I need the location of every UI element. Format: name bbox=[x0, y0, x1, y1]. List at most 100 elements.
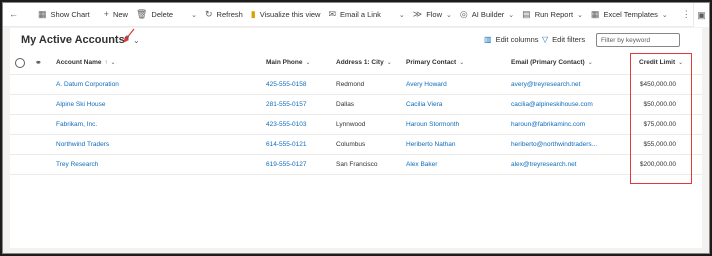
phone-link[interactable]: 423-555-0103 bbox=[266, 115, 306, 134]
account-name-link[interactable]: Alpine Ski House bbox=[56, 95, 106, 114]
show-chart-label: Show Chart bbox=[50, 10, 90, 19]
ai-builder-button[interactable]: ◎ AI Builder ⌄ bbox=[456, 3, 518, 27]
column-header-primary-contact[interactable]: Primary Contact ⌄ bbox=[406, 51, 464, 74]
columns-icon: ▥ bbox=[484, 35, 492, 44]
refresh-button[interactable]: ↻ Refresh bbox=[201, 3, 247, 27]
phone-link[interactable]: 614-555-0121 bbox=[266, 135, 306, 154]
chevron-down-icon: ⌄ bbox=[191, 11, 197, 19]
grid-header: ⚭ Account Name ↑ ⌄ Main Phone ⌄ Address 1: … bbox=[10, 51, 702, 75]
back-button[interactable]: ← bbox=[3, 3, 28, 27]
trash-icon: 🗑 bbox=[135, 9, 148, 19]
column-label: Primary Contact bbox=[406, 59, 457, 66]
city-cell: San Francisco bbox=[336, 161, 378, 168]
primary-contact-link[interactable]: Heriberto Nathan bbox=[406, 135, 456, 154]
chevron-down-icon: ⌄ bbox=[508, 11, 515, 19]
visualize-button[interactable]: ▮ Visualize this view bbox=[247, 3, 325, 27]
email-link[interactable]: alex@treyresearch.net bbox=[511, 155, 577, 174]
sort-ascending-icon: ↑ bbox=[104, 59, 108, 66]
back-arrow-icon: ← bbox=[9, 9, 18, 19]
email-link[interactable]: cacilia@alpineskihouse.com bbox=[511, 95, 593, 114]
filter-by-keyword-input[interactable]: Filter by keyword bbox=[596, 33, 680, 47]
email-link[interactable]: avery@treyresearch.net bbox=[511, 75, 580, 94]
app-frame: ← ▦ Show Chart + New 🗑 Delete ⌄ ↻ Refresh ▮ V… bbox=[2, 2, 710, 254]
edit-columns-button[interactable]: ▥ Edit columns bbox=[484, 35, 539, 44]
email-link[interactable]: haroun@fabrikaminc.com bbox=[511, 115, 585, 134]
primary-contact-link[interactable]: Cacilia Viera bbox=[406, 95, 442, 114]
chart-icon: ▦ bbox=[38, 9, 47, 19]
table-row[interactable]: Northwind Traders 614-555-0121 Columbus … bbox=[10, 135, 702, 155]
column-label: Email (Primary Contact) bbox=[511, 59, 585, 66]
email-menu-button[interactable]: ⌄ bbox=[391, 3, 409, 27]
chevron-down-icon: ⌄ bbox=[305, 60, 311, 66]
annotation-arrow bbox=[123, 28, 135, 43]
chevron-down-icon: ⌄ bbox=[446, 11, 452, 19]
account-name-link[interactable]: A. Datum Corporation bbox=[56, 75, 119, 94]
account-name-link[interactable]: Northwind Traders bbox=[56, 135, 109, 154]
city-cell: Columbus bbox=[336, 141, 366, 148]
email-link-label: Email a Link bbox=[340, 10, 381, 19]
grid-rows: A. Datum Corporation 425-555-0158 Redmon… bbox=[10, 75, 702, 175]
email-icon: ✉ bbox=[328, 9, 337, 19]
visualize-label: Visualize this view bbox=[259, 10, 321, 19]
accounts-grid: ⚭ Account Name ↑ ⌄ Main Phone ⌄ Address 1: … bbox=[10, 51, 702, 175]
chevron-down-icon: ⌄ bbox=[459, 60, 465, 66]
flow-icon: ≫ bbox=[412, 9, 423, 19]
column-header-main-phone[interactable]: Main Phone ⌄ bbox=[266, 51, 311, 74]
edit-filters-label: Edit filters bbox=[552, 35, 586, 44]
account-name-link[interactable]: Trey Research bbox=[56, 155, 98, 174]
table-row[interactable]: Trey Research 619-555-0127 San Francisco… bbox=[10, 155, 702, 175]
column-label: Account Name bbox=[56, 59, 102, 66]
report-icon: ▤ bbox=[522, 9, 531, 19]
chevron-down-icon: ⌄ bbox=[386, 60, 392, 66]
phone-link[interactable]: 619-555-0127 bbox=[266, 155, 306, 174]
radio-circle-icon bbox=[15, 57, 25, 68]
flow-button[interactable]: ≫ Flow ⌄ bbox=[409, 3, 456, 27]
delete-menu-button[interactable]: ⌄ bbox=[183, 3, 201, 27]
city-cell: Redmond bbox=[336, 81, 365, 88]
chevron-down-icon: ⌄ bbox=[587, 60, 593, 66]
credit-limit-highlight-box bbox=[630, 53, 692, 184]
run-report-label: Run Report bbox=[534, 10, 574, 19]
flow-label: Flow bbox=[426, 10, 443, 19]
new-label: New bbox=[112, 10, 128, 19]
column-header-city[interactable]: Address 1: City ⌄ bbox=[336, 51, 392, 74]
account-name-link[interactable]: Fabrikam, Inc. bbox=[56, 115, 97, 134]
filter-icon: ▽ bbox=[542, 35, 549, 44]
primary-contact-link[interactable]: Haroun Stormonth bbox=[406, 115, 459, 134]
side-panel-button[interactable]: ▣ bbox=[693, 3, 709, 27]
grid-panel: My Active Accounts*⌄ ▥Edit columns ▽Edit… bbox=[10, 28, 702, 248]
new-button[interactable]: + New bbox=[100, 3, 132, 27]
primary-contact-link[interactable]: Avery Howard bbox=[406, 75, 447, 94]
phone-link[interactable]: 425-555-0158 bbox=[266, 75, 306, 94]
edit-filters-button[interactable]: ▽ Edit filters bbox=[542, 35, 585, 44]
city-cell: Lynnwood bbox=[336, 121, 366, 128]
email-link-button[interactable]: ✉ Email a Link bbox=[324, 3, 384, 27]
ai-builder-label: AI Builder bbox=[471, 10, 505, 19]
city-cell: Dallas bbox=[336, 101, 355, 108]
chevron-down-icon: ⌄ bbox=[577, 11, 583, 19]
select-all-checkbox[interactable] bbox=[15, 51, 25, 74]
column-header-account-name[interactable]: Account Name ↑ ⌄ bbox=[56, 51, 116, 74]
delete-label: Delete bbox=[151, 10, 174, 19]
show-chart-button[interactable]: ▦ Show Chart bbox=[34, 3, 94, 27]
ai-builder-icon: ◎ bbox=[459, 9, 468, 19]
refresh-icon: ↻ bbox=[204, 9, 213, 19]
email-link[interactable]: heriberto@northwindtraders... bbox=[511, 135, 597, 154]
hierarchy-icon[interactable]: ⚭ bbox=[35, 51, 42, 74]
table-row[interactable]: Alpine Ski House 281-555-0157 Dallas Cac… bbox=[10, 95, 702, 115]
edit-columns-label: Edit columns bbox=[495, 35, 539, 44]
run-report-button[interactable]: ▤ Run Report ⌄ bbox=[518, 3, 587, 27]
primary-contact-link[interactable]: Alex Baker bbox=[406, 155, 437, 174]
chevron-down-icon: ⌄ bbox=[661, 11, 668, 19]
plus-icon: + bbox=[103, 9, 109, 19]
table-row[interactable]: Fabrikam, Inc. 423-555-0103 Lynnwood Har… bbox=[10, 115, 702, 135]
delete-button[interactable]: 🗑 Delete bbox=[132, 3, 177, 27]
refresh-label: Refresh bbox=[216, 10, 243, 19]
excel-templates-button[interactable]: ▦ Excel Templates ⌄ bbox=[587, 3, 672, 27]
table-row[interactable]: A. Datum Corporation 425-555-0158 Redmon… bbox=[10, 75, 702, 95]
excel-icon: ▦ bbox=[590, 9, 600, 19]
phone-link[interactable]: 281-555-0157 bbox=[266, 95, 306, 114]
column-label: Address 1: City bbox=[336, 59, 384, 66]
column-header-email[interactable]: Email (Primary Contact) ⌄ bbox=[511, 51, 593, 74]
chevron-down-icon: ⌄ bbox=[110, 60, 116, 66]
